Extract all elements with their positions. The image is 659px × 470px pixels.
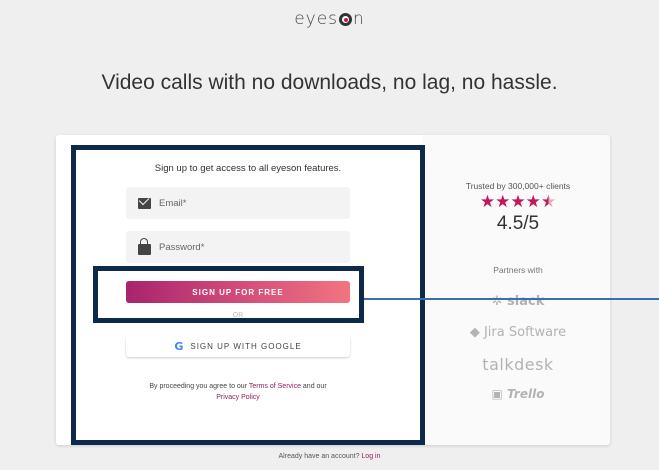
jira-icon: ◆ xyxy=(469,325,484,340)
partners-label: Partners with xyxy=(493,265,543,275)
trello-logo: ▣ Trello xyxy=(491,387,545,401)
rating-stars-icon: ★★★★★ xyxy=(479,192,557,212)
logo-eye-icon xyxy=(339,13,353,26)
annotation-highlight-signup-button xyxy=(93,266,364,323)
rating-value: 4.5/5 xyxy=(496,213,540,234)
jira-logo: ◆ Jira Software xyxy=(469,325,567,340)
page-headline: Video calls with no downloads, no lag, n… xyxy=(101,71,558,94)
annotation-connector-line xyxy=(364,298,659,300)
trello-icon: ▣ xyxy=(491,387,508,401)
slack-icon: ✲ xyxy=(491,294,508,309)
slack-logo: ✲ slack xyxy=(491,294,545,309)
already-account-text: Already have an account? Log in xyxy=(278,453,381,460)
login-link[interactable]: Log in xyxy=(361,453,380,460)
trusted-by-text: Trusted by 300,000+ clients xyxy=(465,181,571,191)
eyeson-logo: eyes n xyxy=(294,9,365,29)
talkdesk-logo: talkdesk xyxy=(482,355,554,374)
